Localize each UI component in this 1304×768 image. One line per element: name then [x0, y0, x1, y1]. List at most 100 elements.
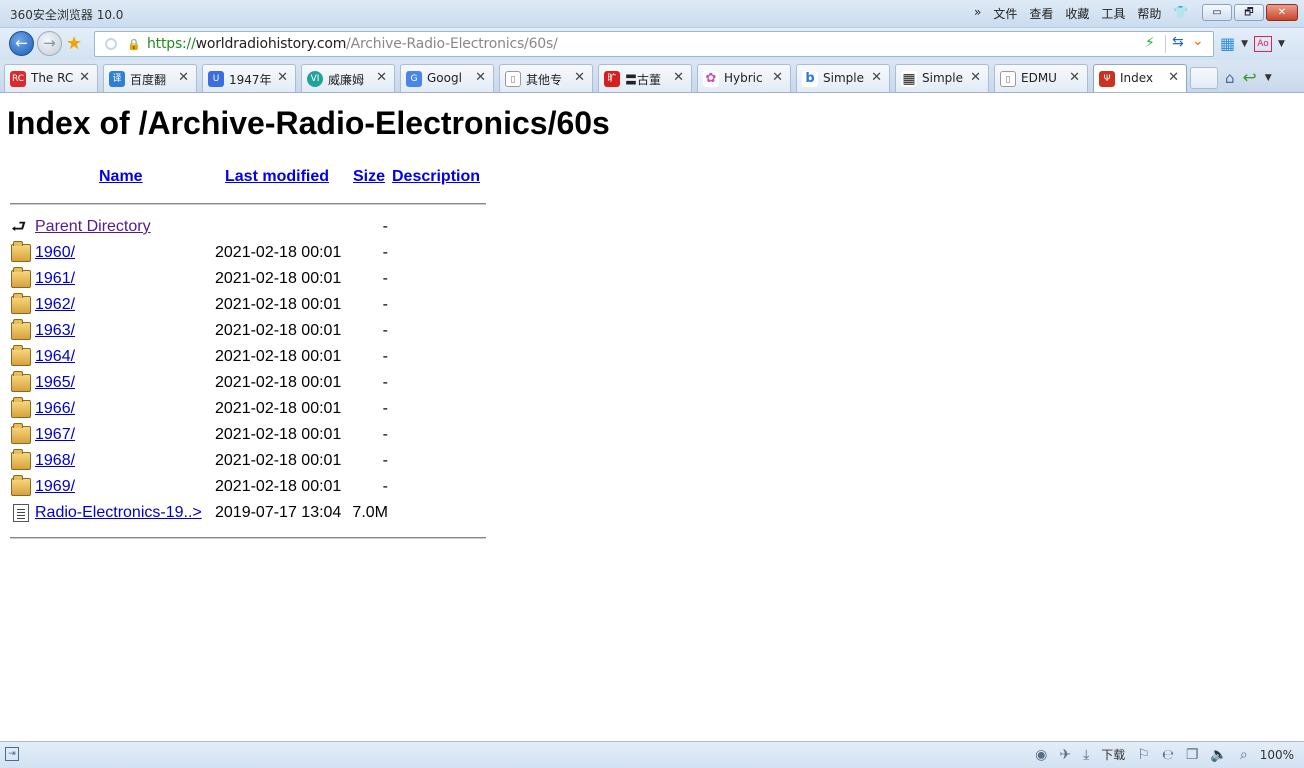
- pdf-chevron-down-icon[interactable]: ▼: [1278, 39, 1285, 49]
- entry-link[interactable]: 1969/: [35, 478, 75, 496]
- title-bar: 360安全浏览器 10.0 » 文件 查看 收藏 工具 帮助 👕 ▭ 🗗 ✕: [0, 0, 1304, 28]
- entry-link[interactable]: 1960/: [35, 244, 75, 262]
- tab-item[interactable]: G Googl ✕: [400, 64, 494, 92]
- entry-date: 2021-02-18 00:01: [215, 296, 342, 313]
- apps-chevron-down-icon[interactable]: ▼: [1241, 39, 1248, 49]
- tab-close-icon[interactable]: ✕: [475, 70, 486, 85]
- tab-close-icon[interactable]: ✕: [1069, 70, 1080, 85]
- tab-close-icon[interactable]: ✕: [673, 70, 684, 85]
- lock-icon[interactable]: 🔒: [127, 38, 141, 51]
- table-row: 1965/ 2021-02-18 00:01 -: [10, 371, 488, 397]
- security-icon[interactable]: [105, 38, 117, 50]
- menu-file[interactable]: 文件: [993, 5, 1017, 22]
- star-icon[interactable]: ★: [66, 33, 82, 54]
- tab-label: Simple: [823, 71, 864, 85]
- window-title: 360安全浏览器 10.0: [10, 8, 124, 22]
- menu-view[interactable]: 查看: [1029, 5, 1053, 22]
- speaker-icon[interactable]: 🔈: [1210, 747, 1227, 763]
- home-icon[interactable]: ⌂: [1225, 69, 1235, 87]
- sort-name-link[interactable]: Name: [99, 168, 143, 186]
- tab-close-icon[interactable]: ✕: [574, 70, 585, 85]
- tab-close-icon[interactable]: ✕: [772, 70, 783, 85]
- rocket-icon[interactable]: ✈: [1059, 747, 1071, 763]
- back-arrow-icon[interactable]: ←: [9, 31, 34, 56]
- entry-link[interactable]: 1967/: [35, 426, 75, 444]
- tab-item[interactable]: RC The RC ✕: [4, 64, 98, 92]
- tab-item[interactable]: ▦ Simple ✕: [895, 64, 989, 92]
- reload-icon[interactable]: ⇆: [1172, 34, 1184, 50]
- skin-icon[interactable]: 👕: [1173, 5, 1188, 22]
- parent-directory-row: ⮐ Parent Directory -: [10, 215, 488, 241]
- tab-close-icon[interactable]: ✕: [277, 70, 288, 85]
- table-row: 1962/ 2021-02-18 00:01 -: [10, 293, 488, 319]
- entry-date: 2021-02-18 00:01: [215, 270, 342, 287]
- zoom-level[interactable]: 100%: [1260, 748, 1294, 762]
- folder-icon: [11, 241, 31, 262]
- tab-label: Simple: [922, 71, 963, 85]
- folder-icon: [11, 475, 31, 496]
- table-row: 1963/ 2021-02-18 00:01 -: [10, 319, 488, 345]
- status-bar: ⇥ ◉ ✈ ⤓ 下载 ⚐ ℮ ❐ 🔈 ⌕ 100%: [0, 741, 1304, 768]
- download-icon[interactable]: ⤓: [1083, 747, 1089, 763]
- parent-directory-icon: ⮐: [11, 217, 27, 236]
- entry-link[interactable]: 1966/: [35, 400, 75, 418]
- tab-item[interactable]: ▯ EDMU ✕: [994, 64, 1088, 92]
- tab-item-active[interactable]: Ψ Index ✕: [1093, 64, 1187, 92]
- entry-date: 2021-02-18 00:01: [215, 426, 342, 443]
- tab-item[interactable]: VI 威廉姆 ✕: [301, 64, 395, 92]
- tab-close-icon[interactable]: ✕: [376, 70, 387, 85]
- lightning-icon[interactable]: ⚡: [1145, 35, 1155, 51]
- tabbar-right: ⌂ ↩ ▼: [1225, 68, 1272, 88]
- flag-icon[interactable]: ⚐: [1137, 747, 1150, 763]
- menu-chevron[interactable]: »: [974, 5, 981, 22]
- entry-link[interactable]: 1968/: [35, 452, 75, 470]
- tab-close-icon[interactable]: ✕: [1168, 70, 1179, 85]
- tab-label: Index: [1120, 71, 1154, 85]
- tab-item[interactable]: U 1947年 ✕: [202, 64, 296, 92]
- table-row: 1967/ 2021-02-18 00:01 -: [10, 423, 488, 449]
- url-path: /Archive-Radio-Electronics/60s/: [346, 36, 558, 52]
- menu-help[interactable]: 帮助: [1137, 5, 1161, 22]
- tab-item[interactable]: 译 百度翻 ✕: [103, 64, 197, 92]
- address-bar[interactable]: 🔒 https://worldradiohistory.com/Archive-…: [94, 31, 1214, 57]
- forward-arrow-icon[interactable]: →: [37, 31, 62, 56]
- entry-link[interactable]: 1964/: [35, 348, 75, 366]
- undo-icon[interactable]: ↩: [1243, 68, 1257, 88]
- entry-size: -: [382, 348, 388, 365]
- maximize-button[interactable]: 🗗: [1234, 4, 1264, 21]
- tab-item[interactable]: ✿ Hybric ✕: [697, 64, 791, 92]
- sort-description-link[interactable]: Description: [392, 168, 480, 186]
- parent-directory-link[interactable]: Parent Directory: [35, 218, 151, 236]
- sort-size-link[interactable]: Size: [353, 168, 385, 186]
- sidebar-toggle-icon[interactable]: ⇥: [5, 747, 19, 761]
- tab-close-icon[interactable]: ✕: [970, 70, 981, 85]
- speed-icon[interactable]: ◉: [1035, 747, 1047, 763]
- entry-link[interactable]: 1963/: [35, 322, 75, 340]
- tab-close-icon[interactable]: ✕: [79, 70, 90, 85]
- zoom-icon[interactable]: ⌕: [1240, 747, 1248, 763]
- tab-item[interactable]: 旷 〓古董 ✕: [598, 64, 692, 92]
- tab-close-icon[interactable]: ✕: [178, 70, 189, 85]
- ie-icon[interactable]: ℮: [1162, 747, 1174, 763]
- menu-favorites[interactable]: 收藏: [1065, 5, 1089, 22]
- tab-close-icon[interactable]: ✕: [871, 70, 882, 85]
- minimize-button[interactable]: ▭: [1202, 4, 1232, 21]
- entry-link[interactable]: 1961/: [35, 270, 75, 288]
- entry-link[interactable]: Radio-Electronics-19..>: [35, 504, 202, 522]
- new-tab-button[interactable]: [1190, 67, 1218, 89]
- apps-grid-icon[interactable]: ▦: [1220, 34, 1235, 53]
- table-row: 1960/ 2021-02-18 00:01 -: [10, 241, 488, 267]
- download-label[interactable]: 下载: [1101, 746, 1125, 763]
- menu-tools[interactable]: 工具: [1101, 5, 1125, 22]
- pdf-icon[interactable]: Ao: [1254, 35, 1273, 52]
- undo-chevron-down-icon[interactable]: ▼: [1265, 73, 1272, 83]
- window-icon[interactable]: ❐: [1186, 747, 1199, 763]
- address-dropdown-icon[interactable]: ⌄: [1192, 33, 1204, 49]
- url-text[interactable]: https://worldradiohistory.com/Archive-Ra…: [147, 36, 558, 52]
- tab-item[interactable]: ▯ 其他专 ✕: [499, 64, 593, 92]
- close-button[interactable]: ✕: [1266, 4, 1298, 21]
- tab-item[interactable]: b Simple ✕: [796, 64, 890, 92]
- entry-link[interactable]: 1965/: [35, 374, 75, 392]
- sort-last-modified-link[interactable]: Last modified: [225, 168, 329, 186]
- entry-link[interactable]: 1962/: [35, 296, 75, 314]
